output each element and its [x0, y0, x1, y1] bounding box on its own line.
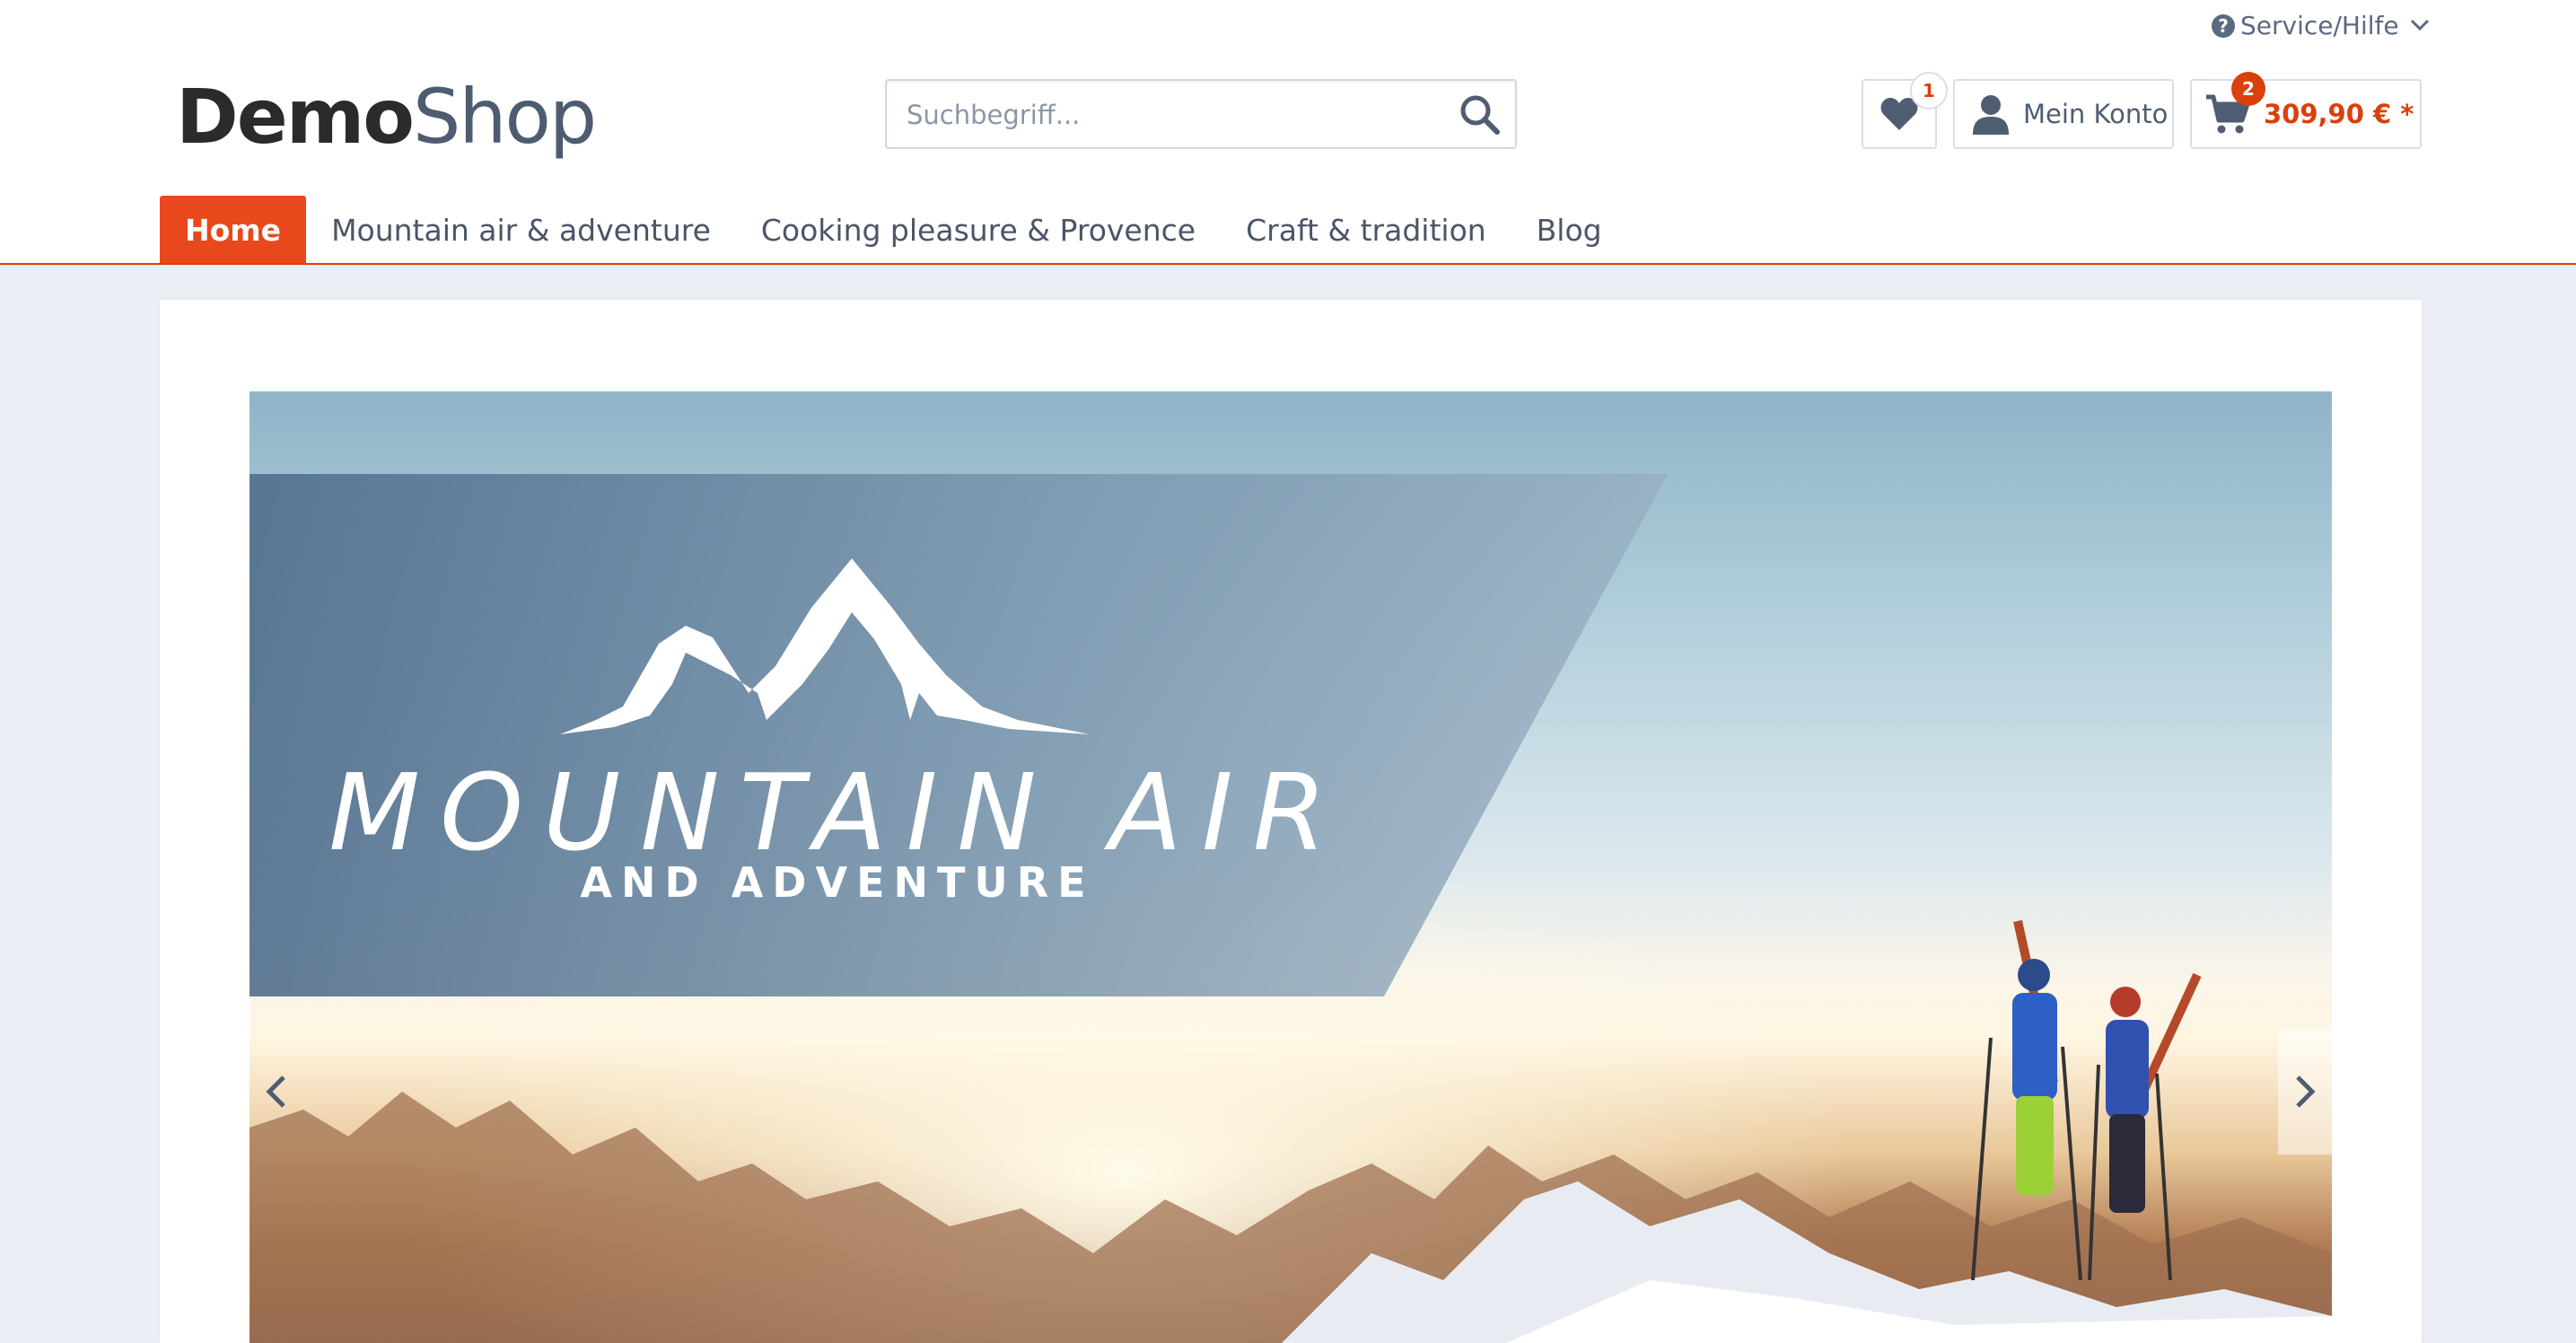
main-navigation: Home Mountain air & adventure Cooking pl… [160, 196, 1627, 264]
chevron-down-icon [2410, 14, 2430, 37]
search-button[interactable] [1452, 88, 1506, 140]
wishlist-button[interactable]: 1 [1862, 72, 1948, 149]
search-box [885, 79, 1517, 149]
account-button[interactable]: Mein Konto [1953, 79, 2174, 149]
help-icon: ? [2212, 13, 2235, 38]
logo-demo: Demo [176, 73, 415, 161]
cart-amount: 309,90 € * [2264, 99, 2414, 129]
chevron-right-icon [2296, 1075, 2316, 1108]
nav-item-home[interactable]: Home [160, 196, 307, 264]
wishlist-count-badge: 1 [1910, 72, 1948, 110]
cart-count-badge: 2 [2231, 72, 2265, 106]
logo-shop: Shop [412, 73, 597, 161]
service-help-menu[interactable]: ? Service/Hilfe [2212, 11, 2430, 40]
search-input[interactable] [905, 81, 1429, 149]
user-icon [1973, 95, 2009, 135]
nav-item-mountain-air[interactable]: Mountain air & adventure [306, 196, 736, 264]
hero-subtitle: AND ADVENTURE [580, 858, 1095, 907]
search-icon [1460, 95, 1500, 135]
chevron-left-icon [266, 1075, 285, 1108]
hikers-illustration [1971, 919, 2202, 1281]
account-label: Mein Konto [2023, 99, 2169, 129]
slider-prev-button[interactable] [250, 1029, 303, 1154]
hero-title: MOUNTAIN AIR [329, 750, 1346, 874]
cart-button[interactable]: 309,90 € * 2 [2190, 72, 2422, 149]
hero-slider[interactable]: MOUNTAIN AIR AND ADVENTURE [250, 391, 2332, 1343]
service-help-label: Service/Hilfe [2240, 11, 2399, 40]
slider-next-button[interactable] [2278, 1029, 2332, 1154]
nav-item-craft-tradition[interactable]: Craft & tradition [1221, 196, 1511, 264]
mountain-icon [560, 558, 1090, 734]
nav-item-cooking-pleasure[interactable]: Cooking pleasure & Provence [736, 196, 1221, 264]
nav-item-blog[interactable]: Blog [1511, 196, 1627, 264]
shop-logo[interactable]: DemoShop [176, 79, 597, 154]
